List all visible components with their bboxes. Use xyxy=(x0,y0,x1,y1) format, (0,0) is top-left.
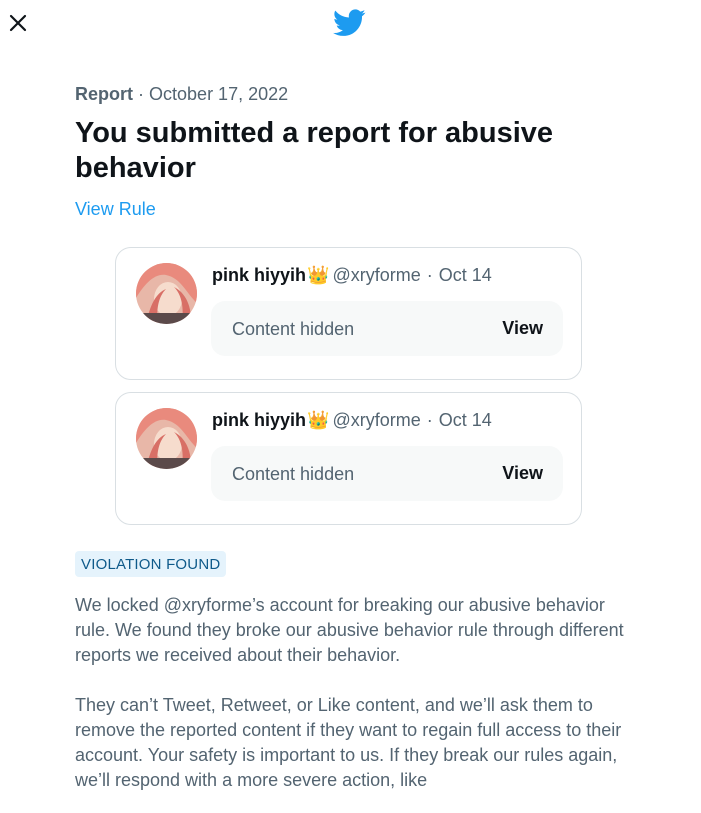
tweet-date: Oct 14 xyxy=(438,410,492,430)
violation-paragraph: We locked @xryforme’s account for breaki… xyxy=(75,595,624,665)
avatar xyxy=(136,408,197,469)
content-hidden-label: Content hidden xyxy=(232,464,355,484)
tweet-header: pink hiyyih 👑 @xryforme · Oct 14 xyxy=(212,265,492,286)
close-button[interactable] xyxy=(4,9,32,37)
violation-status-badge: VIOLATION FOUND xyxy=(75,551,227,577)
crown-emoji-icon: 👑 xyxy=(307,410,330,430)
twitter-bird-icon xyxy=(333,9,366,36)
header-separator: · xyxy=(426,410,433,430)
author-name: pink hiyyih xyxy=(212,410,307,430)
author-handle: @xryforme xyxy=(332,265,421,285)
avatar xyxy=(136,263,197,324)
report-meta: Report · October 17, 2022 xyxy=(75,84,288,105)
view-content-button[interactable]: View xyxy=(502,463,543,484)
tweet-date: Oct 14 xyxy=(438,265,492,285)
report-date: October 17, 2022 xyxy=(149,84,289,104)
reported-tweet-card[interactable]: pink hiyyih 👑 @xryforme · Oct 14 Content… xyxy=(115,247,582,380)
author-handle: @xryforme xyxy=(332,410,421,430)
crown-emoji-icon: 👑 xyxy=(307,265,330,285)
page-title: You submitted a report for abusive behav… xyxy=(75,117,554,184)
view-content-button[interactable]: View xyxy=(502,318,543,339)
meta-separator: · xyxy=(138,84,145,104)
content-hidden-label: Content hidden xyxy=(232,319,355,339)
close-icon xyxy=(9,14,27,32)
content-hidden-box: Content hidden View xyxy=(211,446,563,501)
reported-tweet-card[interactable]: pink hiyyih 👑 @xryforme · Oct 14 Content… xyxy=(115,392,582,525)
content-hidden-box: Content hidden View xyxy=(211,301,563,356)
header-separator: · xyxy=(426,265,433,285)
view-rule-link[interactable]: View Rule xyxy=(75,199,156,220)
tweet-header: pink hiyyih 👑 @xryforme · Oct 14 xyxy=(212,410,492,431)
report-label: Report xyxy=(75,84,133,104)
author-name: pink hiyyih xyxy=(212,265,307,285)
violation-paragraph: They can’t Tweet, Retweet, or Like conte… xyxy=(75,695,622,790)
